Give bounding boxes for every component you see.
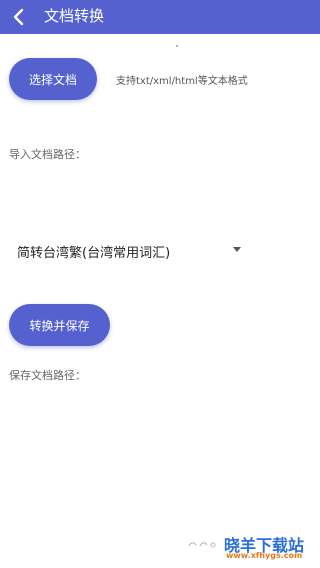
- watermark-url: www.xfhygs.com: [226, 551, 303, 560]
- dropdown-arrow-icon: [233, 247, 241, 252]
- conversion-type-select[interactable]: 简转台湾繁(台湾常用词汇): [9, 236, 249, 264]
- page-title: 文档转换: [44, 7, 105, 25]
- watermark: 晓羊下载站 www.xfhygs.com: [186, 532, 316, 560]
- save-path-label: 保存文档路径：: [9, 369, 86, 382]
- conversion-type-value: 简转台湾繁(台湾常用词汇): [17, 246, 171, 261]
- select-document-button[interactable]: 选择文档: [9, 58, 97, 100]
- top-app-bar: 文档转换: [0, 0, 320, 34]
- divider-dot: [176, 45, 178, 47]
- back-button[interactable]: [8, 6, 30, 28]
- sheep-logo-icon: [188, 542, 216, 548]
- convert-and-save-button[interactable]: 转换并保存: [9, 304, 110, 346]
- import-path-label: 导入文档路径：: [9, 148, 86, 161]
- format-hint: 支持txt/xml/html等文本格式: [116, 76, 248, 87]
- back-arrow-icon: [13, 8, 24, 26]
